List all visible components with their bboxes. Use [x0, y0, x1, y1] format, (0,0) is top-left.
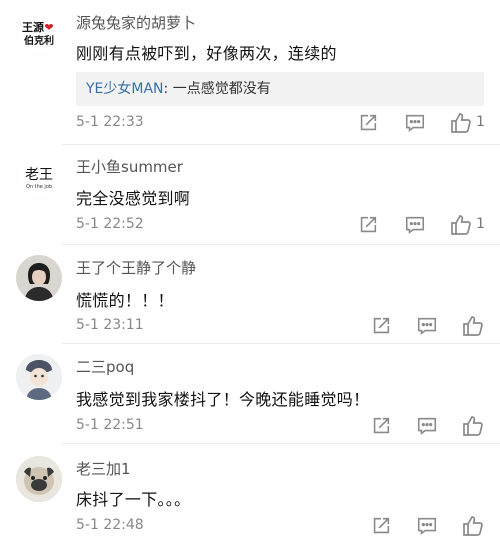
avatar-image: 王源 ❤ 伯克利 [16, 10, 62, 56]
reply-username[interactable]: YE少女MAN [86, 81, 164, 97]
avatar-image [16, 255, 62, 301]
thumbs-up-icon[interactable] [461, 514, 485, 538]
reply-separator: : [163, 81, 173, 97]
username[interactable]: 老三加1 [76, 458, 131, 479]
avatar-image [16, 354, 62, 400]
comment-page: { "comments": [ { "username": "源兔兔家的胡萝卜"… [0, 0, 500, 545]
reply-preview[interactable]: YE少女MAN: 一点感觉都没有 [76, 72, 484, 106]
avatar[interactable]: 老王 On the job [16, 154, 62, 200]
thumbs-up-icon[interactable] [461, 414, 485, 438]
avatar-image: 老王 On the job [16, 154, 62, 200]
comment-item: 王了个王静了个静 慌慌的！！！ 5-1 23:11 [0, 245, 500, 344]
timestamp: 5-1 22:52 [76, 216, 144, 232]
timestamp: 5-1 23:11 [76, 317, 144, 333]
timestamp: 5-1 22:48 [76, 517, 144, 533]
avatar[interactable] [16, 456, 62, 502]
avatar-text-1: 王源 [22, 20, 44, 34]
username[interactable]: 王小鱼summer [76, 156, 183, 177]
thumbs-up-icon[interactable] [461, 314, 485, 338]
comment-item: 王源 ❤ 伯克利 源兔兔家的胡萝卜 刚刚有点被吓到，好像两次，连续的 YE少女M… [0, 0, 500, 145]
comment-icon[interactable] [416, 315, 440, 339]
comment-icon[interactable] [416, 515, 440, 539]
comment-item: 老三加1 床抖了一下。。。 5-1 22:48 [0, 444, 500, 545]
comment-icon[interactable] [416, 415, 440, 439]
timestamp: 5-1 22:51 [76, 417, 144, 433]
like-count: 1 [476, 216, 485, 232]
share-icon[interactable] [370, 315, 394, 339]
share-icon[interactable] [370, 515, 394, 539]
heart-icon: ❤ [44, 21, 53, 34]
avatar[interactable] [16, 255, 62, 301]
comment-text: 慌慌的！！！ [76, 291, 174, 310]
username[interactable]: 源兔兔家的胡萝卜 [76, 12, 196, 33]
avatar[interactable]: 王源 ❤ 伯克利 [16, 10, 62, 56]
share-icon[interactable] [370, 415, 394, 439]
avatar-image [16, 456, 62, 502]
share-icon[interactable] [357, 214, 381, 238]
comment-text: 完全没感觉到啊 [76, 189, 191, 208]
comment-text: 床抖了一下。。。 [76, 490, 191, 509]
comment-text: 我感觉到我家楼抖了！今晚还能睡觉吗！ [76, 390, 370, 409]
username[interactable]: 二三poq [76, 356, 134, 377]
avatar-text-1: 老王 [25, 167, 53, 183]
comment-icon[interactable] [404, 112, 428, 136]
thumbs-up-icon[interactable] [449, 111, 473, 135]
comment-icon[interactable] [404, 214, 428, 238]
like-count: 1 [476, 114, 485, 130]
avatar[interactable] [16, 354, 62, 400]
comment-text: 刚刚有点被吓到，好像两次，连续的 [76, 44, 337, 63]
reply-text: 一点感觉都没有 [172, 81, 271, 97]
thumbs-up-icon[interactable] [449, 213, 473, 237]
comment-item: 老王 On the job 王小鱼summer 完全没感觉到啊 5-1 22:5… [0, 145, 500, 245]
timestamp: 5-1 22:33 [76, 114, 144, 130]
avatar-text-2: On the job [26, 184, 52, 190]
share-icon[interactable] [357, 112, 381, 136]
username[interactable]: 王了个王静了个静 [76, 257, 196, 278]
comment-item: 二三poq 我感觉到我家楼抖了！今晚还能睡觉吗！ 5-1 22:51 [0, 344, 500, 444]
avatar-text-2: 伯克利 [24, 34, 54, 47]
